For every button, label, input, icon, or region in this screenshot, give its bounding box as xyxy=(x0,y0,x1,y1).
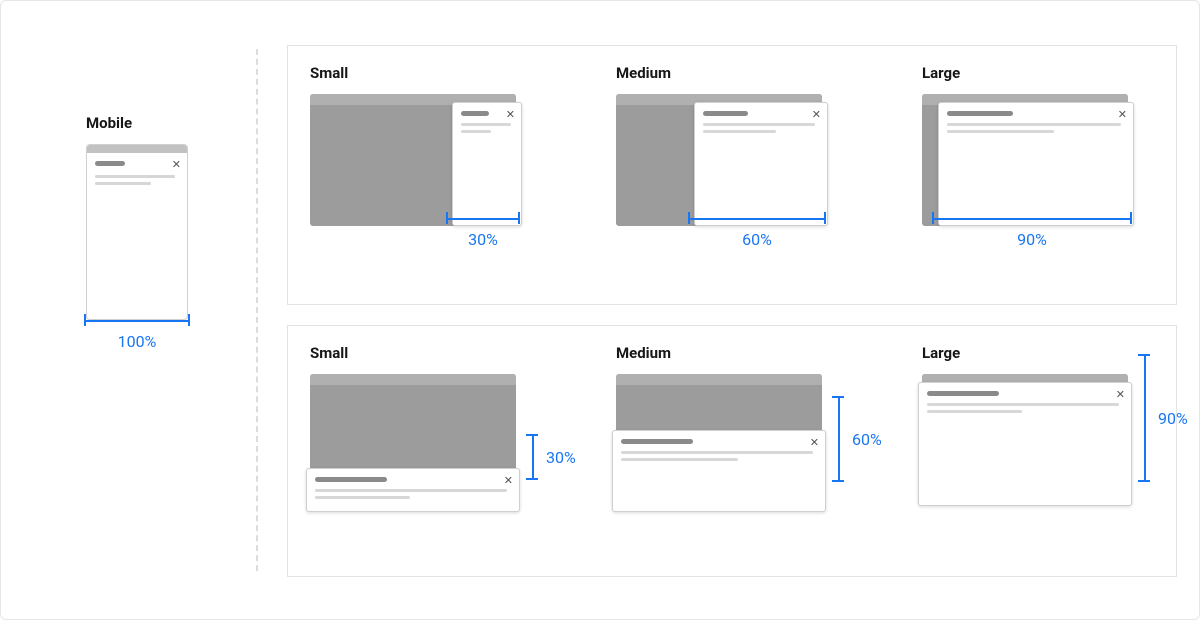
height-dimension: 90% xyxy=(1138,354,1188,482)
panel-line-placeholder xyxy=(621,451,813,454)
panel-line-placeholder xyxy=(927,403,1119,406)
dimension-bracket xyxy=(84,314,190,326)
panel-line-placeholder xyxy=(461,130,491,133)
size-label: Medium xyxy=(616,344,848,362)
mobile-label: Mobile xyxy=(86,114,206,132)
panel-line-placeholder xyxy=(927,410,1022,413)
bottom-panel: ✕ xyxy=(612,430,826,512)
panel-line-placeholder xyxy=(461,123,511,126)
dimension-value: 90% xyxy=(932,230,1132,249)
close-icon: ✕ xyxy=(812,109,821,120)
dimension-bracket xyxy=(526,434,538,480)
dimension-bracket xyxy=(688,212,826,224)
panel-title-placeholder xyxy=(621,439,693,444)
dimension-bracket xyxy=(932,212,1132,224)
dimension-value: 60% xyxy=(852,430,882,449)
height-large-cell: Large ✕ 90% xyxy=(922,344,1154,506)
browser-mock: ✕ xyxy=(922,374,1128,506)
panel-line-placeholder xyxy=(703,123,815,126)
vertical-divider xyxy=(256,49,258,571)
panel-title-placeholder xyxy=(703,111,748,116)
dimension-value: 90% xyxy=(1158,409,1188,428)
panel-title-placeholder xyxy=(947,111,1013,116)
side-panel: ✕ xyxy=(694,102,828,226)
close-icon: ✕ xyxy=(1116,389,1125,400)
browser-mock: ✕ xyxy=(310,94,516,226)
width-large-cell: Large ✕ 90% xyxy=(922,64,1154,226)
width-dimension: 60% xyxy=(688,212,826,249)
browser-mock: ✕ xyxy=(616,374,822,506)
width-dimension: 90% xyxy=(932,212,1132,249)
close-icon: ✕ xyxy=(1118,109,1127,120)
dimension-value: 30% xyxy=(446,230,520,249)
height-dimension: 60% xyxy=(832,396,882,482)
close-icon: ✕ xyxy=(504,475,513,486)
panel-title-placeholder xyxy=(927,391,999,396)
dimension-bracket xyxy=(832,396,844,482)
diagram-frame: Mobile ✕ 100% Small ✕ xyxy=(0,0,1200,620)
dimension-value: 100% xyxy=(84,332,190,351)
browser-mock: ✕ xyxy=(616,94,822,226)
browser-mock: ✕ xyxy=(310,374,516,506)
panel-line-placeholder xyxy=(703,130,776,133)
height-size-group: Small ✕ 30% Medium xyxy=(287,325,1177,577)
width-size-group: Small ✕ 30% Medium xyxy=(287,45,1177,305)
dimension-bracket xyxy=(1138,354,1150,482)
panel-title-placeholder xyxy=(315,477,387,482)
height-small-cell: Small ✕ 30% xyxy=(310,344,542,506)
mobile-column: Mobile ✕ 100% xyxy=(86,114,206,320)
dimension-bracket xyxy=(446,212,520,224)
side-panel: ✕ xyxy=(938,102,1134,226)
mobile-line-placeholder xyxy=(95,175,175,178)
dimension-value: 30% xyxy=(546,448,576,467)
size-label: Large xyxy=(922,344,1154,362)
mobile-width-dimension: 100% xyxy=(84,314,190,351)
mobile-line-placeholder xyxy=(95,182,151,185)
close-icon: ✕ xyxy=(810,437,819,448)
dimension-value: 60% xyxy=(688,230,826,249)
panel-line-placeholder xyxy=(621,458,738,461)
mobile-device-mock: ✕ xyxy=(86,144,188,320)
size-label: Medium xyxy=(616,64,848,82)
width-dimension: 30% xyxy=(446,212,520,249)
close-icon: ✕ xyxy=(506,109,515,120)
side-panel: ✕ xyxy=(452,102,522,226)
height-medium-cell: Medium ✕ 60% xyxy=(616,344,848,506)
mobile-statusbar xyxy=(87,145,187,153)
width-medium-cell: Medium ✕ 60% xyxy=(616,64,848,226)
close-icon: ✕ xyxy=(172,159,181,170)
bottom-panel: ✕ xyxy=(918,382,1132,506)
bottom-panel: ✕ xyxy=(306,468,520,512)
mobile-title-placeholder xyxy=(95,161,125,166)
height-dimension: 30% xyxy=(526,434,576,480)
panel-line-placeholder xyxy=(315,496,410,499)
size-label: Small xyxy=(310,344,542,362)
panel-title-placeholder xyxy=(461,111,489,116)
panel-line-placeholder xyxy=(315,489,507,492)
browser-mock: ✕ xyxy=(922,94,1128,226)
panel-line-placeholder xyxy=(947,130,1054,133)
size-label: Small xyxy=(310,64,542,82)
size-label: Large xyxy=(922,64,1154,82)
width-small-cell: Small ✕ 30% xyxy=(310,64,542,226)
panel-line-placeholder xyxy=(947,123,1121,126)
